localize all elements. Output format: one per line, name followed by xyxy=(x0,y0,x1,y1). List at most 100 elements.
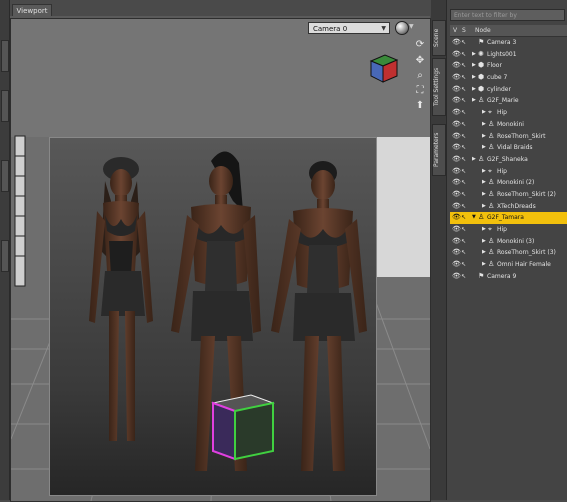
scene-node-row[interactable]: 👁 ↖ ▶ ♙ G2F_Marie xyxy=(450,95,567,107)
selectable-arrow-icon[interactable]: ↖ xyxy=(461,201,469,213)
selectable-arrow-icon[interactable]: ↖ xyxy=(461,247,469,259)
scene-node-row[interactable]: 👁 ↖ ▶ ⬢ Floor xyxy=(450,60,567,72)
tab-scene[interactable]: Scene xyxy=(432,20,446,56)
expand-triangle-icon[interactable]: ▶ xyxy=(472,60,476,72)
visibility-eye-icon[interactable]: 👁 xyxy=(452,271,461,283)
scene-node-row[interactable]: 👁 ↖ ▶ ⬢ cylinder xyxy=(450,84,567,96)
expand-triangle-icon[interactable]: ▶ xyxy=(472,72,476,84)
scene-node-row[interactable]: 👁 ↖ ▶ ⌖ Hip xyxy=(450,224,567,236)
selectable-arrow-icon[interactable]: ↖ xyxy=(461,224,469,236)
scene-node-row[interactable]: 👁 ↖ ▶ ♙ Monokini xyxy=(450,119,567,131)
scene-node-row[interactable]: 👁 ↖ ▶ ♙ XTechDreads xyxy=(450,201,567,213)
expand-triangle-icon[interactable]: ▶ xyxy=(482,119,486,131)
scene-node-row[interactable]: 👁 ↖ ▶ ⌖ Hip xyxy=(450,166,567,178)
visibility-eye-icon[interactable]: 👁 xyxy=(452,177,461,189)
expand-triangle-icon[interactable]: ▼ xyxy=(472,212,476,224)
visibility-eye-icon[interactable]: 👁 xyxy=(452,49,461,61)
expand-triangle-icon[interactable]: ▶ xyxy=(482,247,486,259)
reset-icon[interactable]: ⬆ xyxy=(414,100,426,112)
left-strip-button[interactable] xyxy=(1,90,9,122)
column-visible[interactable]: V xyxy=(453,25,457,36)
visibility-eye-icon[interactable]: 👁 xyxy=(452,119,461,131)
visibility-eye-icon[interactable]: 👁 xyxy=(452,259,461,271)
expand-triangle-icon[interactable]: ▶ xyxy=(482,236,486,248)
chevron-down-icon[interactable]: ▼ xyxy=(409,23,414,30)
left-strip-button[interactable] xyxy=(1,40,9,72)
expand-triangle-icon[interactable]: ▶ xyxy=(482,201,486,213)
scene-node-row[interactable]: 👁 ↖ ▼ ♙ G2F_Tamara xyxy=(450,212,567,224)
scene-node-row[interactable]: 👁 ↖ ▶ ♙ Vidal Braids xyxy=(450,142,567,154)
visibility-eye-icon[interactable]: 👁 xyxy=(452,37,461,49)
scene-node-row[interactable]: 👁 ↖ ▶ ♙ RoseThorn_Skirt (2) xyxy=(450,189,567,201)
tab-parameters[interactable]: Parameters xyxy=(432,124,446,176)
left-strip-button[interactable] xyxy=(1,160,9,192)
selectable-arrow-icon[interactable]: ↖ xyxy=(461,119,469,131)
filter-input[interactable]: Enter text to filter by xyxy=(450,9,565,21)
selectable-arrow-icon[interactable]: ↖ xyxy=(461,271,469,283)
scene-node-row[interactable]: 👁 ↖ ▶ ♙ RoseThorn_Skirt (3) xyxy=(450,247,567,259)
expand-triangle-icon[interactable]: ▶ xyxy=(482,131,486,143)
expand-triangle-icon[interactable]: ▶ xyxy=(472,84,476,96)
visibility-eye-icon[interactable]: 👁 xyxy=(452,72,461,84)
scene-node-row[interactable]: 👁 ↖ ▶ ♙ Monokini (2) xyxy=(450,177,567,189)
visibility-eye-icon[interactable]: 👁 xyxy=(452,189,461,201)
frame-icon[interactable]: ⛶ xyxy=(414,85,426,97)
expand-triangle-icon[interactable]: ▶ xyxy=(482,189,486,201)
selectable-arrow-icon[interactable]: ↖ xyxy=(461,37,469,49)
tab-tool-settings[interactable]: Tool Settings xyxy=(432,58,446,116)
visibility-eye-icon[interactable]: 👁 xyxy=(452,95,461,107)
selectable-arrow-icon[interactable]: ↖ xyxy=(461,177,469,189)
scene-node-row[interactable]: 👁 ↖ ⚑ Camera 9 xyxy=(450,271,567,283)
pan-icon[interactable]: ✥ xyxy=(414,55,426,67)
visibility-eye-icon[interactable]: 👁 xyxy=(452,84,461,96)
selectable-arrow-icon[interactable]: ↖ xyxy=(461,189,469,201)
scene-node-row[interactable]: 👁 ↖ ▶ ♙ Monokini (3) xyxy=(450,236,567,248)
visibility-eye-icon[interactable]: 👁 xyxy=(452,166,461,178)
selectable-arrow-icon[interactable]: ↖ xyxy=(461,72,469,84)
visibility-eye-icon[interactable]: 👁 xyxy=(452,247,461,259)
visibility-eye-icon[interactable]: 👁 xyxy=(452,60,461,72)
selectable-arrow-icon[interactable]: ↖ xyxy=(461,49,469,61)
scene-node-row[interactable]: 👁 ↖ ▶ ⌖ Hip xyxy=(450,107,567,119)
expand-triangle-icon[interactable]: ▶ xyxy=(472,95,476,107)
orbit-icon[interactable]: ⟳ xyxy=(414,39,426,51)
scene-node-row[interactable]: 👁 ↖ ▶ ♙ RoseThorn_Skirt xyxy=(450,131,567,143)
selectable-arrow-icon[interactable]: ↖ xyxy=(461,60,469,72)
scene-node-row[interactable]: 👁 ↖ ▶ ⬢ cube 7 xyxy=(450,72,567,84)
expand-triangle-icon[interactable]: ▶ xyxy=(482,166,486,178)
view-cube-icon[interactable] xyxy=(367,51,401,85)
visibility-eye-icon[interactable]: 👁 xyxy=(452,142,461,154)
selectable-arrow-icon[interactable]: ↖ xyxy=(461,107,469,119)
expand-triangle-icon[interactable]: ▶ xyxy=(482,107,486,119)
selectable-arrow-icon[interactable]: ↖ xyxy=(461,142,469,154)
column-node[interactable]: Node xyxy=(475,25,491,36)
expand-triangle-icon[interactable]: ▶ xyxy=(482,224,486,236)
scene-node-row[interactable]: 👁 ↖ ▶ ♙ Omni Hair Female xyxy=(450,259,567,271)
expand-triangle-icon[interactable]: ▶ xyxy=(472,154,476,166)
selectable-arrow-icon[interactable]: ↖ xyxy=(461,154,469,166)
visibility-eye-icon[interactable]: 👁 xyxy=(452,154,461,166)
viewport[interactable]: Camera 0 ▼ ▼ ⟳ ✥ ⌕ ⛶ ⬆ xyxy=(10,18,431,502)
column-select[interactable]: S xyxy=(462,25,466,36)
visibility-eye-icon[interactable]: 👁 xyxy=(452,212,461,224)
selectable-arrow-icon[interactable]: ↖ xyxy=(461,95,469,107)
expand-triangle-icon[interactable]: ▶ xyxy=(472,49,476,61)
selectable-arrow-icon[interactable]: ↖ xyxy=(461,84,469,96)
selectable-arrow-icon[interactable]: ↖ xyxy=(461,166,469,178)
selectable-arrow-icon[interactable]: ↖ xyxy=(461,131,469,143)
visibility-eye-icon[interactable]: 👁 xyxy=(452,131,461,143)
selectable-arrow-icon[interactable]: ↖ xyxy=(461,212,469,224)
zoom-icon[interactable]: ⌕ xyxy=(414,70,426,82)
left-strip-button[interactable] xyxy=(1,240,9,272)
visibility-eye-icon[interactable]: 👁 xyxy=(452,236,461,248)
visibility-eye-icon[interactable]: 👁 xyxy=(452,224,461,236)
expand-triangle-icon[interactable]: ▶ xyxy=(482,142,486,154)
camera-select[interactable]: Camera 0 ▼ xyxy=(308,22,390,34)
visibility-eye-icon[interactable]: 👁 xyxy=(452,107,461,119)
expand-triangle-icon[interactable]: ▶ xyxy=(482,259,486,271)
scene-node-row[interactable]: 👁 ↖ ⚑ Camera 3 xyxy=(450,37,567,49)
selectable-arrow-icon[interactable]: ↖ xyxy=(461,259,469,271)
visibility-eye-icon[interactable]: 👁 xyxy=(452,201,461,213)
scene-node-row[interactable]: 👁 ↖ ▶ ♙ G2F_Shaneka xyxy=(450,154,567,166)
selectable-arrow-icon[interactable]: ↖ xyxy=(461,236,469,248)
